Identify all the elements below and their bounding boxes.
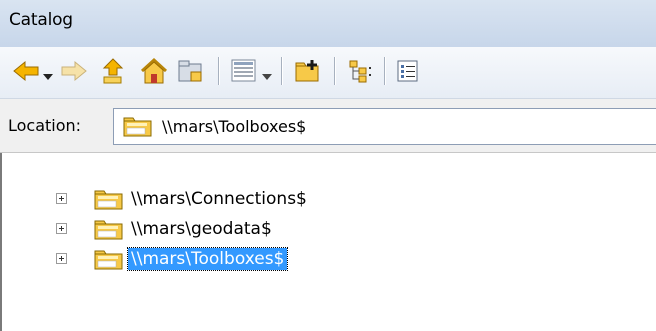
tree-item-label-selected[interactable]: \\mars\Toolboxes$ xyxy=(126,247,289,271)
folder-icon xyxy=(94,190,124,214)
expand-icon[interactable] xyxy=(56,253,67,264)
location-bar: Location: \\mars\Toolboxes$ xyxy=(0,99,656,153)
new-folder-icon xyxy=(295,60,319,82)
dropdown-icon xyxy=(262,74,272,80)
view-button[interactable] xyxy=(231,59,257,87)
tree-item-label[interactable]: \\mars\Connections$ xyxy=(128,188,310,210)
catalog-toolbar xyxy=(0,47,656,99)
location-field[interactable]: \\mars\Toolboxes$ xyxy=(113,108,656,145)
location-label: Location: xyxy=(8,116,82,135)
dropdown-icon xyxy=(43,74,53,80)
tree-icon xyxy=(349,60,371,83)
folder-icon xyxy=(94,250,124,274)
title-bar: Catalog xyxy=(0,0,656,47)
back-dropdown-button[interactable] xyxy=(43,67,53,86)
catalog-tree: \\mars\Connections$ \\mars\geodata$ \\ma… xyxy=(0,153,656,331)
forward-arrow-icon xyxy=(61,60,87,82)
tree-item-label[interactable]: \\mars\geodata$ xyxy=(128,218,275,240)
expand-icon[interactable] xyxy=(56,193,67,204)
forward-button[interactable] xyxy=(60,59,88,87)
folder-icon xyxy=(123,117,153,141)
toggle-tree-button[interactable] xyxy=(348,59,374,87)
expand-icon[interactable] xyxy=(56,223,67,234)
home-icon xyxy=(140,57,168,84)
back-button[interactable] xyxy=(12,59,40,87)
view-dropdown-button[interactable] xyxy=(262,67,272,86)
new-folder-button[interactable] xyxy=(294,58,322,88)
location-value: \\mars\Toolboxes$ xyxy=(162,117,307,136)
connect-folder-icon xyxy=(178,60,202,82)
list-view-icon xyxy=(231,59,256,82)
up-folder-icon xyxy=(102,58,124,84)
up-level-button[interactable] xyxy=(101,57,129,89)
options-button[interactable] xyxy=(396,59,420,87)
folder-icon xyxy=(94,220,124,244)
options-icon xyxy=(397,60,418,82)
back-arrow-icon xyxy=(13,60,39,82)
home-button[interactable] xyxy=(139,57,169,89)
connect-folder-button[interactable] xyxy=(177,58,205,88)
window-title: Catalog xyxy=(9,10,73,30)
